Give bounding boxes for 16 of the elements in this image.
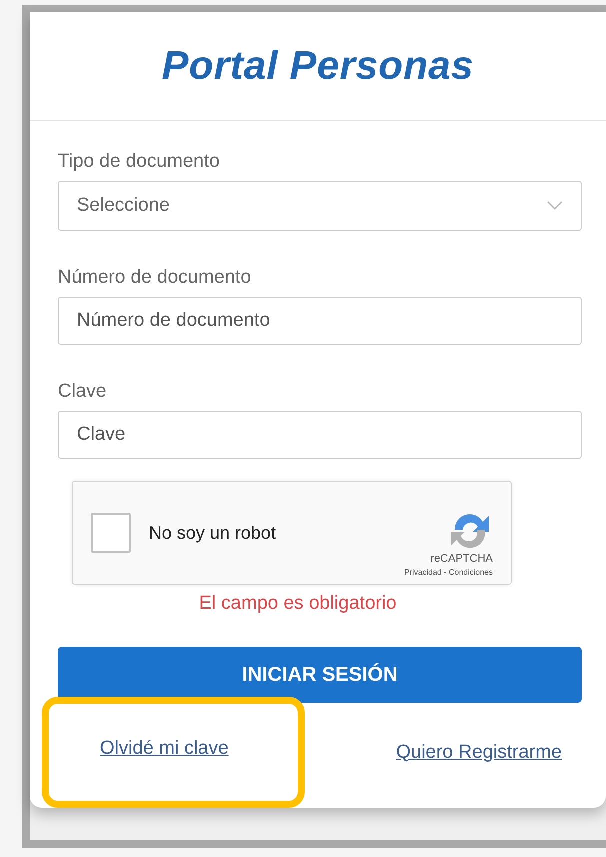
input-field[interactable]: Número de documento [58, 297, 582, 345]
captcha-checkbox[interactable] [91, 513, 131, 553]
field-label: Número de documento [58, 267, 252, 289]
input-field[interactable]: Clave [58, 411, 582, 459]
document-type-select[interactable]: Seleccione [58, 181, 582, 231]
text-link[interactable]: Quiero Registrarme [396, 742, 562, 764]
field-label: Clave [58, 381, 107, 403]
login-button[interactable]: INICIAR SESIÓN [58, 647, 582, 703]
error-message: El campo es obligatorio [198, 593, 398, 615]
captcha-brand: reCAPTCHA [430, 552, 493, 564]
text-link[interactable]: Olvidé mi clave [100, 738, 229, 760]
field-label: Tipo de documento [58, 151, 220, 173]
captcha-terms: Privacidad - Condiciones [404, 568, 493, 576]
portal-title: Portal Personas [162, 44, 474, 88]
chevron-down-icon [547, 201, 563, 211]
captcha-label: No soy un robot [149, 522, 278, 544]
